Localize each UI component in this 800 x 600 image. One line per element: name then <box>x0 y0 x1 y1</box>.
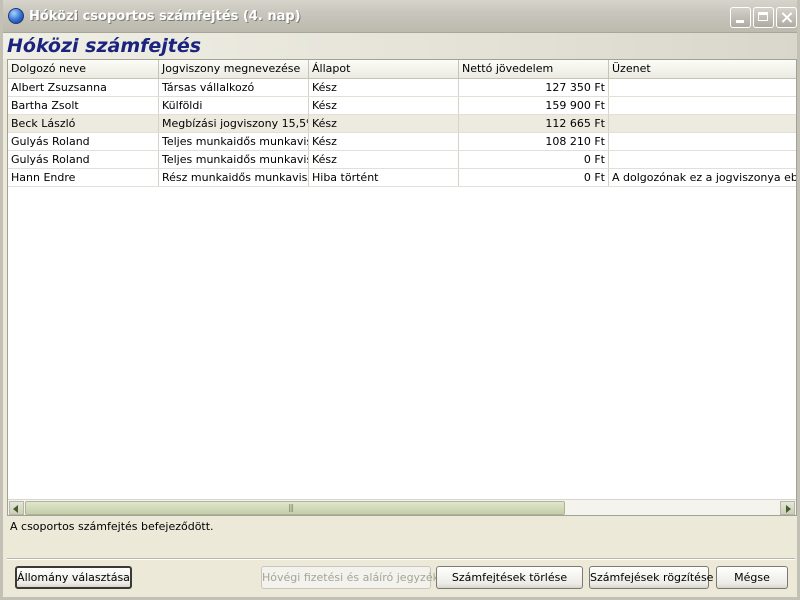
maximize-button[interactable] <box>753 7 774 28</box>
cell-status: Kész <box>309 133 459 150</box>
cell-message: A dolgozónak ez a jogviszonya ebben a <box>609 169 796 186</box>
cell-net: 112 665 Ft <box>459 115 609 132</box>
column-header-status[interactable]: Állapot <box>309 60 459 78</box>
cell-net: 159 900 Ft <box>459 97 609 114</box>
window-title: Hóközi csoportos számfejtés (4. nap) <box>29 9 301 24</box>
cell-name: Gulyás Roland <box>8 151 159 168</box>
table-row-selected[interactable]: Beck László Megbízási jogviszony 15,5% K… <box>8 115 796 133</box>
cell-relation: Teljes munkaidős munkaviszony <box>159 133 309 150</box>
table-row[interactable]: Hann Endre Rész munkaidős munkaviszony H… <box>8 169 796 187</box>
cell-status: Kész <box>309 79 459 96</box>
scrollbar-thumb[interactable] <box>25 501 565 515</box>
select-file-button[interactable]: Állomány választása <box>15 566 132 589</box>
scroll-right-icon[interactable] <box>780 501 795 515</box>
cell-net: 127 350 Ft <box>459 79 609 96</box>
save-payrolls-button[interactable]: Számfejések rögzítése <box>589 566 713 589</box>
column-header-name[interactable]: Dolgozó neve <box>8 60 159 78</box>
table-row[interactable]: Bartha Zsolt Külföldi Kész 159 900 Ft <box>8 97 796 115</box>
cell-relation: Megbízási jogviszony 15,5% <box>159 115 309 132</box>
minimize-button[interactable] <box>730 7 751 28</box>
cell-net: 0 Ft <box>459 151 609 168</box>
table-row[interactable]: Albert Zsuzsanna Társas vállalkozó Kész … <box>8 79 796 97</box>
cell-message <box>609 133 796 150</box>
horizontal-scrollbar[interactable] <box>8 499 796 515</box>
cell-status: Kész <box>309 151 459 168</box>
cell-name: Beck László <box>8 115 159 132</box>
cell-relation: Külföldi <box>159 97 309 114</box>
table-row[interactable]: Gulyás Roland Teljes munkaidős munkavisz… <box>8 151 796 169</box>
table-row[interactable]: Gulyás Roland Teljes munkaidős munkavisz… <box>8 133 796 151</box>
cell-message <box>609 115 796 132</box>
main-window: Hóközi csoportos számfejtés (4. nap) Hók… <box>0 0 800 600</box>
monthly-report-button[interactable]: Hóvégi fizetési és aláíró jegyzék <box>261 566 439 589</box>
cell-message <box>609 79 796 96</box>
payroll-grid[interactable]: Dolgozó neve Jogviszony megnevezése Álla… <box>7 59 797 516</box>
cell-status: Kész <box>309 115 459 132</box>
status-message: A csoportos számfejtés befejeződött. <box>10 520 214 533</box>
app-icon <box>8 8 24 24</box>
cell-relation: Teljes munkaidős munkaviszony <box>159 151 309 168</box>
cell-net: 0 Ft <box>459 169 609 186</box>
column-header-message[interactable]: Üzenet <box>609 60 796 78</box>
cell-status: Hiba történt <box>309 169 459 186</box>
delete-payrolls-button[interactable]: Számfejtések törlése <box>436 566 583 589</box>
header-band: Hóközi számfejtés <box>3 33 797 59</box>
cell-name: Bartha Zsolt <box>8 97 159 114</box>
cell-status: Kész <box>309 97 459 114</box>
grid-header: Dolgozó neve Jogviszony megnevezése Álla… <box>8 60 796 79</box>
cell-message <box>609 151 796 168</box>
cancel-button[interactable]: Mégse <box>716 566 788 589</box>
cell-name: Albert Zsuzsanna <box>8 79 159 96</box>
page-title: Hóközi számfejtés <box>7 35 202 57</box>
cell-relation: Rész munkaidős munkaviszony <box>159 169 309 186</box>
cell-name: Gulyás Roland <box>8 133 159 150</box>
divider <box>7 558 795 560</box>
cell-net: 108 210 Ft <box>459 133 609 150</box>
cell-relation: Társas vállalkozó <box>159 79 309 96</box>
cell-name: Hann Endre <box>8 169 159 186</box>
close-button[interactable] <box>776 7 797 28</box>
cell-message <box>609 97 796 114</box>
column-header-net[interactable]: Nettó jövedelem <box>459 60 609 78</box>
scroll-left-icon[interactable] <box>9 501 24 515</box>
column-header-relation[interactable]: Jogviszony megnevezése <box>159 60 309 78</box>
title-bar[interactable]: Hóközi csoportos számfejtés (4. nap) <box>3 0 797 33</box>
